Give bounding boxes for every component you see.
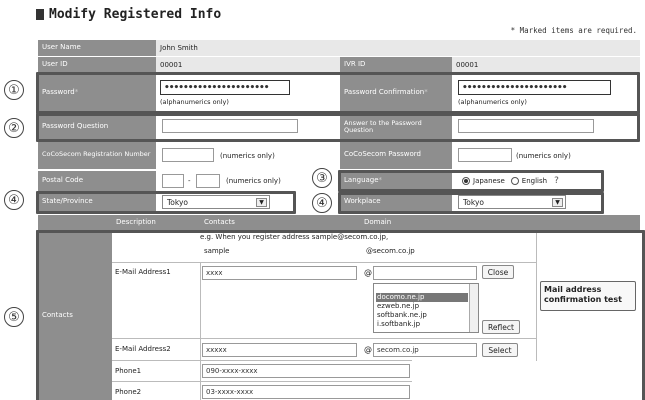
postal-input-2[interactable] [196, 174, 220, 188]
callout-4: ④ [4, 190, 24, 210]
highlight-contacts [36, 230, 645, 400]
cocosecom-pw-input[interactable] [458, 148, 512, 162]
user-name-value: John Smith [156, 40, 640, 56]
highlight-question [36, 113, 640, 142]
callout-2: ② [4, 118, 24, 138]
user-id-value: 00001 [156, 57, 340, 73]
postal-label: Postal Code [38, 171, 156, 191]
highlight-password [36, 72, 640, 114]
contacts-header-blank [38, 215, 112, 230]
page-title: Modify Registered Info [36, 7, 221, 22]
user-name-label: User Name [38, 40, 156, 56]
cocosecom-pw-label: CoCoSecom Password [340, 141, 452, 169]
postal-hint: (numerics only) [226, 177, 281, 185]
cocosecom-reg-input[interactable] [162, 148, 214, 162]
cocosecom-pw-hint: (numerics only) [516, 152, 571, 160]
highlight-workplace [338, 192, 604, 214]
header-domain: Domain [360, 215, 536, 230]
header-contacts: Contacts [200, 215, 360, 230]
postal-input-1[interactable] [162, 174, 184, 188]
callout-1: ① [4, 80, 24, 100]
callout-4b: ④ [312, 193, 332, 213]
header-description: Description [112, 215, 200, 230]
user-id-label: User ID [38, 57, 156, 73]
highlight-language [338, 170, 604, 192]
ivr-id-value: 00001 [452, 57, 640, 73]
header-blank-right [536, 215, 640, 230]
required-note: * Marked items are required. [510, 26, 637, 35]
highlight-state [36, 191, 296, 214]
callout-5: ⑤ [4, 307, 24, 327]
title-marker [36, 9, 44, 20]
postal-dash: - [188, 177, 191, 185]
cocosecom-reg-label: CoCoSecom Registration Number [38, 141, 156, 169]
callout-3: ③ [312, 168, 332, 188]
cocosecom-reg-hint: (numerics only) [220, 152, 275, 160]
page-title-text: Modify Registered Info [49, 7, 222, 22]
ivr-id-label: IVR ID [340, 57, 452, 73]
